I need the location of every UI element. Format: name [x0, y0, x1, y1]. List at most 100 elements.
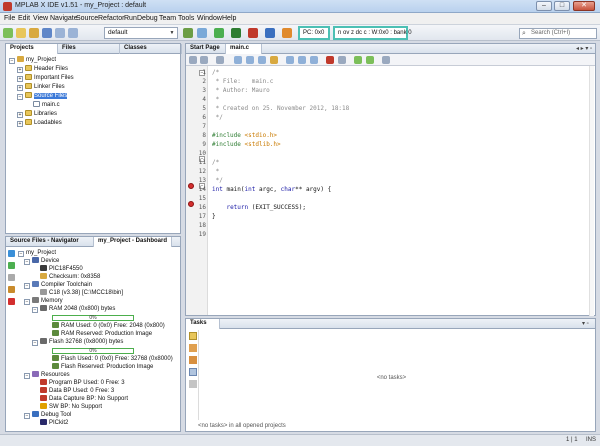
code-line[interactable]: */ [212, 177, 223, 184]
collapse-icon[interactable]: − [32, 307, 38, 313]
menu-window[interactable]: Window [197, 15, 222, 22]
collapse-icon[interactable]: − [24, 413, 30, 419]
tree-source-files[interactable]: − Source Files [17, 92, 68, 101]
record-macro-icon[interactable] [338, 56, 346, 64]
tree-project-root[interactable]: − my_Project [9, 56, 56, 65]
code-line[interactable]: */ [212, 114, 223, 121]
report-icon[interactable] [8, 286, 15, 293]
editor-scrollbar[interactable] [589, 66, 594, 316]
stop-macro-icon[interactable] [326, 56, 334, 64]
code-line[interactable]: } [212, 213, 216, 220]
menu-run[interactable]: Run [124, 15, 137, 22]
menu-file[interactable]: File [4, 15, 15, 22]
search-input[interactable]: ⌕ Search (Ctrl+I) [519, 28, 597, 39]
maximize-button[interactable]: □ [554, 1, 570, 11]
code-line[interactable]: * [212, 96, 220, 103]
opened-projects-icon[interactable] [189, 356, 197, 364]
previous-bookmark-icon[interactable] [286, 56, 294, 64]
minimize-button[interactable]: – [536, 1, 552, 11]
menu-help[interactable]: Help [222, 15, 236, 22]
current-file-icon[interactable] [189, 344, 197, 352]
code-line[interactable]: int main(int argc, char** argv) { [212, 186, 331, 193]
menu-debug[interactable]: Debug [137, 15, 158, 22]
collapse-icon[interactable]: − [32, 340, 38, 346]
expand-icon[interactable]: + [17, 112, 23, 118]
open-project-icon[interactable] [29, 28, 39, 38]
toggle-highlight-icon[interactable] [270, 56, 278, 64]
help-icon[interactable] [8, 298, 15, 305]
code-line[interactable]: * Created on 25. November 2012, 18:18 [212, 105, 350, 112]
menu-navigate[interactable]: Navigate [50, 15, 78, 22]
find-next-icon[interactable] [258, 56, 266, 64]
menu-view[interactable]: View [33, 15, 48, 22]
back-icon[interactable] [200, 56, 208, 64]
menu-tools[interactable]: Tools [178, 15, 194, 22]
task-settings-icon[interactable] [189, 380, 197, 388]
tab-files[interactable]: Files [58, 44, 120, 54]
collapse-icon[interactable]: − [24, 299, 30, 305]
configuration-select[interactable]: default ▼ [104, 27, 178, 39]
expand-icon[interactable]: + [17, 85, 23, 91]
shift-left-icon[interactable] [354, 56, 362, 64]
filter-icon[interactable] [189, 332, 197, 340]
code-line[interactable]: #include <stdlib.h> [212, 141, 281, 148]
refresh-icon[interactable] [8, 250, 15, 257]
hold-reset-icon[interactable] [282, 28, 292, 38]
menu-refactor[interactable]: Refactor [98, 15, 124, 22]
tab-projects[interactable]: Projects [6, 44, 58, 54]
settings-icon[interactable] [8, 274, 15, 281]
build-icon[interactable] [183, 28, 193, 38]
undo-icon[interactable] [55, 28, 65, 38]
tree-linker-files[interactable]: + Linker Files [17, 83, 65, 92]
find-icon[interactable] [234, 56, 242, 64]
code-line[interactable]: * File: main.c [212, 78, 274, 85]
collapse-icon[interactable]: − [24, 259, 30, 265]
read-device-icon[interactable] [248, 28, 258, 38]
forward-icon[interactable] [216, 56, 224, 64]
code-line[interactable]: * Author: Mauro [212, 87, 270, 94]
new-project-icon[interactable] [16, 28, 26, 38]
find-previous-icon[interactable] [246, 56, 254, 64]
editor-panel-controls-icon[interactable]: ◂ ▸ ▾ ▫ [576, 45, 592, 52]
tab-start-page[interactable]: Start Page [186, 44, 226, 54]
program-device-icon[interactable] [231, 28, 241, 38]
code-line[interactable]: #include <stdio.h> [212, 132, 277, 139]
dash-flash[interactable]: − Flash 32768 (0x8000) bytes [32, 338, 123, 347]
source-history-icon[interactable] [189, 56, 197, 64]
run-project-icon[interactable] [214, 28, 224, 38]
debug-project-icon[interactable] [265, 28, 275, 38]
project-properties-icon[interactable] [8, 262, 15, 269]
close-button[interactable]: ✕ [573, 1, 595, 11]
code-line[interactable]: return (EXIT_SUCCESS); [212, 204, 305, 211]
tree-loadables[interactable]: + Loadables [17, 119, 62, 128]
collapse-icon[interactable]: − [9, 58, 15, 64]
next-bookmark-icon[interactable] [298, 56, 306, 64]
tab-tasks[interactable]: Tasks [186, 319, 220, 329]
menu-edit[interactable]: Edit [18, 15, 30, 22]
tab-main-c[interactable]: main.c [226, 44, 262, 54]
shift-right-icon[interactable] [366, 56, 374, 64]
tab-dashboard[interactable]: my_Project - Dashboard [94, 237, 172, 247]
menu-source[interactable]: Source [76, 15, 98, 22]
tab-classes[interactable]: Classes [120, 44, 182, 54]
code-line[interactable]: /* [212, 159, 219, 166]
expand-icon[interactable]: + [17, 76, 23, 82]
collapse-icon[interactable]: − [17, 94, 23, 100]
dash-ram[interactable]: − RAM 2048 (0x800) bytes [32, 305, 115, 314]
toggle-bookmark-icon[interactable] [310, 56, 318, 64]
tree-libraries[interactable]: + Libraries [17, 110, 57, 119]
expand-icon[interactable]: + [17, 67, 23, 73]
expand-icon[interactable]: + [17, 121, 23, 127]
collapse-icon[interactable]: − [24, 373, 30, 379]
menu-team[interactable]: Team [159, 15, 176, 22]
code-line[interactable]: /* [212, 69, 219, 76]
tree-main-c[interactable]: main.c [33, 101, 60, 110]
tab-navigator[interactable]: Source Files - Navigator [6, 237, 94, 247]
tasks-panel-controls-icon[interactable]: ▾ ▫ [582, 320, 589, 327]
code-line[interactable]: * [212, 168, 220, 175]
tree-important-files[interactable]: + Important Files [17, 74, 74, 83]
clean-build-icon[interactable] [197, 28, 207, 38]
redo-icon[interactable] [68, 28, 78, 38]
save-all-icon[interactable] [42, 28, 52, 38]
collapse-icon[interactable]: − [24, 283, 30, 289]
